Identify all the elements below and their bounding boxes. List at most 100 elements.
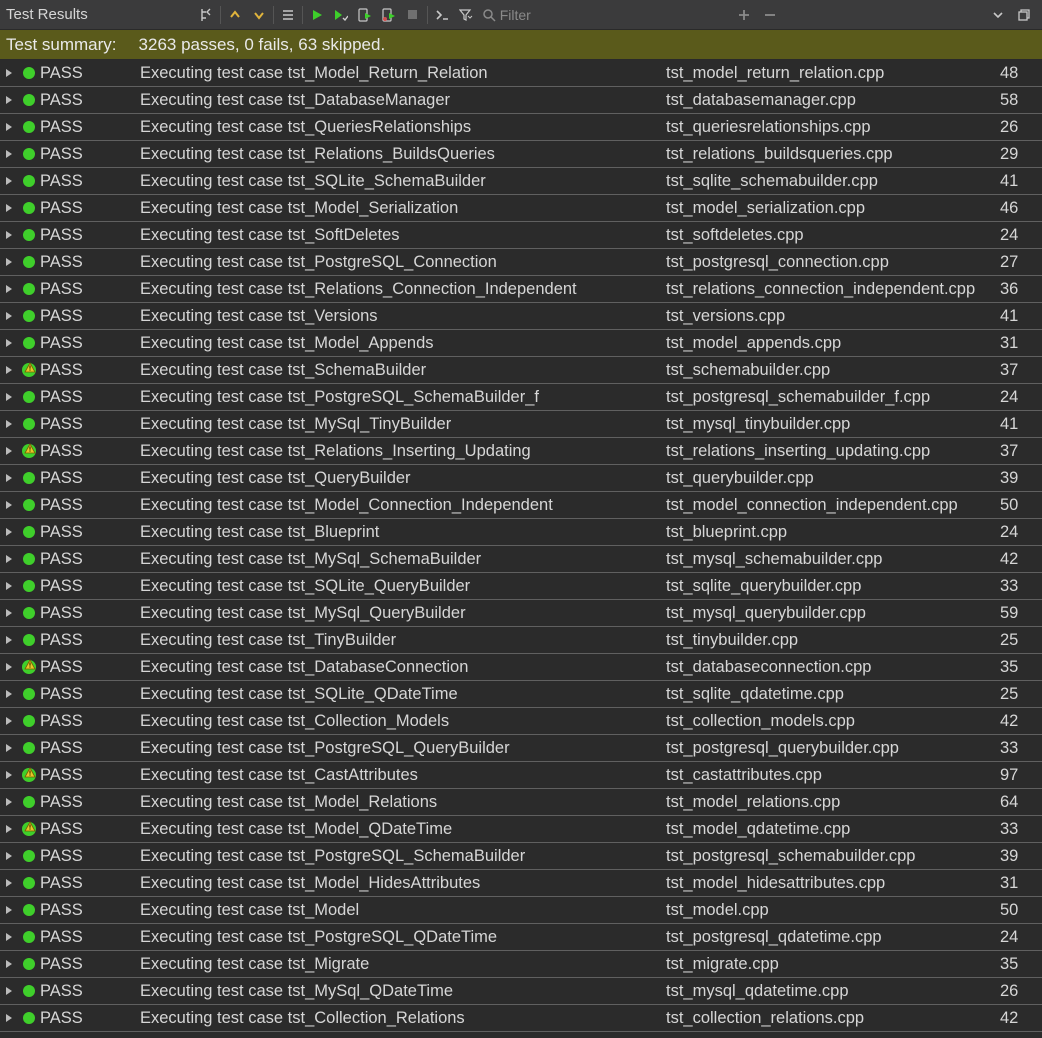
test-file[interactable]: tst_versions.cpp bbox=[666, 307, 996, 326]
expand-tree-icon[interactable] bbox=[0, 338, 18, 348]
test-file[interactable]: tst_castattributes.cpp bbox=[666, 766, 996, 785]
filter-input[interactable] bbox=[500, 7, 640, 23]
expand-tree-icon[interactable] bbox=[0, 149, 18, 159]
expand-tree-icon[interactable] bbox=[0, 311, 18, 321]
remove-icon[interactable] bbox=[759, 4, 781, 26]
result-row[interactable]: PASSExecuting test case tst_QueryBuilder… bbox=[0, 465, 1042, 492]
expand-tree-icon[interactable] bbox=[0, 284, 18, 294]
expand-tree-icon[interactable] bbox=[0, 257, 18, 267]
debug-run-icon[interactable] bbox=[378, 4, 400, 26]
run-file-icon[interactable] bbox=[354, 4, 376, 26]
expand-tree-icon[interactable] bbox=[0, 1013, 18, 1023]
expand-tree-icon[interactable] bbox=[0, 446, 18, 456]
result-row[interactable]: PASSExecuting test case tst_Blueprinttst… bbox=[0, 519, 1042, 546]
result-row[interactable]: PASSExecuting test case tst_Model_Connec… bbox=[0, 492, 1042, 519]
result-row[interactable]: PASSExecuting test case tst_Model_HidesA… bbox=[0, 870, 1042, 897]
expand-tree-icon[interactable] bbox=[0, 905, 18, 915]
run-all-icon[interactable] bbox=[306, 4, 328, 26]
test-file[interactable]: tst_postgresql_qdatetime.cpp bbox=[666, 928, 996, 947]
stop-icon[interactable] bbox=[402, 4, 424, 26]
expand-tree-icon[interactable] bbox=[0, 824, 18, 834]
test-file[interactable]: tst_schemabuilder.cpp bbox=[666, 361, 996, 380]
test-file[interactable]: tst_softdeletes.cpp bbox=[666, 226, 996, 245]
expand-tree-icon[interactable] bbox=[0, 851, 18, 861]
restore-panel-icon[interactable] bbox=[1013, 4, 1035, 26]
result-row[interactable]: PASSExecuting test case tst_Migratetst_m… bbox=[0, 951, 1042, 978]
result-row[interactable]: PASSExecuting test case tst_Model_Return… bbox=[0, 60, 1042, 87]
result-row[interactable]: PASSExecuting test case tst_MySql_Schema… bbox=[0, 546, 1042, 573]
result-row[interactable]: PASSExecuting test case tst_DatabaseConn… bbox=[0, 654, 1042, 681]
test-file[interactable]: tst_model_serialization.cpp bbox=[666, 199, 996, 218]
result-row[interactable]: PASSExecuting test case tst_PostgreSQL_S… bbox=[0, 843, 1042, 870]
expand-tree-icon[interactable] bbox=[0, 68, 18, 78]
expand-tree-icon[interactable] bbox=[0, 662, 18, 672]
next-result-icon[interactable] bbox=[248, 4, 270, 26]
result-row[interactable]: PASSExecuting test case tst_Model_Append… bbox=[0, 330, 1042, 357]
expand-tree-icon[interactable] bbox=[0, 635, 18, 645]
test-file[interactable]: tst_model_hidesattributes.cpp bbox=[666, 874, 996, 893]
test-file[interactable]: tst_blueprint.cpp bbox=[666, 523, 996, 542]
test-file[interactable]: tst_migrate.cpp bbox=[666, 955, 996, 974]
result-row[interactable]: PASSExecuting test case tst_PostgreSQL_Q… bbox=[0, 735, 1042, 762]
filter-dropdown-icon[interactable] bbox=[455, 4, 477, 26]
result-row[interactable]: PASSExecuting test case tst_Collection_R… bbox=[0, 1005, 1042, 1032]
prev-result-icon[interactable] bbox=[224, 4, 246, 26]
test-file[interactable]: tst_postgresql_connection.cpp bbox=[666, 253, 996, 272]
test-file[interactable]: tst_tinybuilder.cpp bbox=[666, 631, 996, 650]
result-row[interactable]: PASSExecuting test case tst_CastAttribut… bbox=[0, 762, 1042, 789]
output-icon[interactable] bbox=[431, 4, 453, 26]
expand-tree-icon[interactable] bbox=[0, 527, 18, 537]
test-file[interactable]: tst_mysql_schemabuilder.cpp bbox=[666, 550, 996, 569]
expand-tree-icon[interactable] bbox=[0, 770, 18, 780]
expand-tree-icon[interactable] bbox=[0, 203, 18, 213]
test-file[interactable]: tst_sqlite_qdatetime.cpp bbox=[666, 685, 996, 704]
result-row[interactable]: PASSExecuting test case tst_Relations_Bu… bbox=[0, 141, 1042, 168]
expand-tree-icon[interactable] bbox=[0, 473, 18, 483]
result-row[interactable]: PASSExecuting test case tst_QueriesRelat… bbox=[0, 114, 1042, 141]
test-file[interactable]: tst_model_relations.cpp bbox=[666, 793, 996, 812]
expand-tree-icon[interactable] bbox=[0, 95, 18, 105]
expand-tree-icon[interactable] bbox=[0, 878, 18, 888]
expand-tree-icon[interactable] bbox=[0, 716, 18, 726]
result-row[interactable]: PASSExecuting test case tst_SQLite_Schem… bbox=[0, 168, 1042, 195]
test-file[interactable]: tst_postgresql_schemabuilder.cpp bbox=[666, 847, 996, 866]
expand-tree-icon[interactable] bbox=[0, 122, 18, 132]
result-row[interactable]: PASSExecuting test case tst_SQLite_QDate… bbox=[0, 681, 1042, 708]
result-row[interactable]: PASSExecuting test case tst_MySql_TinyBu… bbox=[0, 411, 1042, 438]
result-row[interactable]: PASSExecuting test case tst_Relations_In… bbox=[0, 438, 1042, 465]
test-file[interactable]: tst_collection_relations.cpp bbox=[666, 1009, 996, 1028]
expand-tree-icon[interactable] bbox=[0, 500, 18, 510]
expand-tree-icon[interactable] bbox=[0, 743, 18, 753]
test-file[interactable]: tst_model.cpp bbox=[666, 901, 996, 920]
result-row[interactable]: PASSExecuting test case tst_SoftDeletest… bbox=[0, 222, 1042, 249]
test-file[interactable]: tst_mysql_tinybuilder.cpp bbox=[666, 415, 996, 434]
test-file[interactable]: tst_model_connection_independent.cpp bbox=[666, 496, 996, 515]
expand-tree-icon[interactable] bbox=[0, 608, 18, 618]
test-file[interactable]: tst_mysql_qdatetime.cpp bbox=[666, 982, 996, 1001]
expand-tree-icon[interactable] bbox=[0, 689, 18, 699]
run-selected-icon[interactable] bbox=[330, 4, 352, 26]
result-row[interactable]: PASSExecuting test case tst_PostgreSQL_S… bbox=[0, 384, 1042, 411]
expand-tree-icon[interactable] bbox=[0, 581, 18, 591]
expand-tree-icon[interactable] bbox=[0, 365, 18, 375]
test-file[interactable]: tst_querybuilder.cpp bbox=[666, 469, 996, 488]
expand-tree-icon[interactable] bbox=[0, 419, 18, 429]
expand-tree-icon[interactable] bbox=[0, 986, 18, 996]
result-row[interactable]: PASSExecuting test case tst_DatabaseMana… bbox=[0, 87, 1042, 114]
test-file[interactable]: tst_relations_buildsqueries.cpp bbox=[666, 145, 996, 164]
test-file[interactable]: tst_mysql_querybuilder.cpp bbox=[666, 604, 996, 623]
test-file[interactable]: tst_model_appends.cpp bbox=[666, 334, 996, 353]
test-file[interactable]: tst_databaseconnection.cpp bbox=[666, 658, 996, 677]
result-row[interactable]: PASSExecuting test case tst_Model_Relati… bbox=[0, 789, 1042, 816]
test-file[interactable]: tst_sqlite_querybuilder.cpp bbox=[666, 577, 996, 596]
test-file[interactable]: tst_postgresql_schemabuilder_f.cpp bbox=[666, 388, 996, 407]
expand-tree-icon[interactable] bbox=[0, 392, 18, 402]
result-row[interactable]: PASSExecuting test case tst_MySql_QDateT… bbox=[0, 978, 1042, 1005]
test-file[interactable]: tst_postgresql_querybuilder.cpp bbox=[666, 739, 996, 758]
expand-tree-icon[interactable] bbox=[0, 176, 18, 186]
result-row[interactable]: PASSExecuting test case tst_Model_Serial… bbox=[0, 195, 1042, 222]
expand-tree-icon[interactable] bbox=[0, 797, 18, 807]
result-row[interactable]: PASSExecuting test case tst_SchemaBuilde… bbox=[0, 357, 1042, 384]
test-file[interactable]: tst_databasemanager.cpp bbox=[666, 91, 996, 110]
test-file[interactable]: tst_queriesrelationships.cpp bbox=[666, 118, 996, 137]
